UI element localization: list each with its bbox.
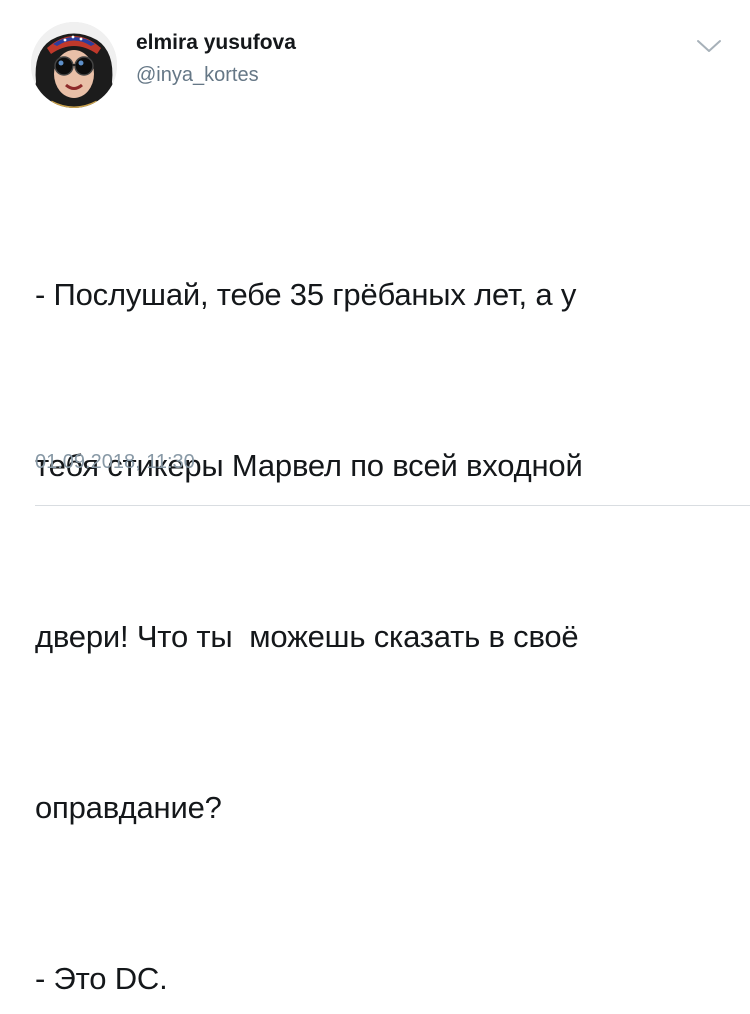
author-name[interactable]: elmira yusufova <box>136 32 296 53</box>
tweet-text-line: двери! Что ты можешь сказать в своё <box>35 619 579 654</box>
tweet-text-line: - Послушай, тебе 35 грёбаных лет, а у <box>35 277 577 312</box>
divider <box>35 505 750 506</box>
tweet-text-line: оправдание? <box>35 790 222 825</box>
tweet-text: - Послушай, тебе 35 грёбаных лет, а у те… <box>35 152 725 1014</box>
tweet-timestamp[interactable]: 01.09.2018, 11:30 <box>35 452 195 472</box>
tweet-text-line: - Это DC. <box>35 961 168 996</box>
avatar-image <box>31 22 117 108</box>
author-handle[interactable]: @inya_kortes <box>136 65 259 85</box>
avatar[interactable] <box>31 22 117 108</box>
chevron-down-icon[interactable] <box>694 36 724 56</box>
